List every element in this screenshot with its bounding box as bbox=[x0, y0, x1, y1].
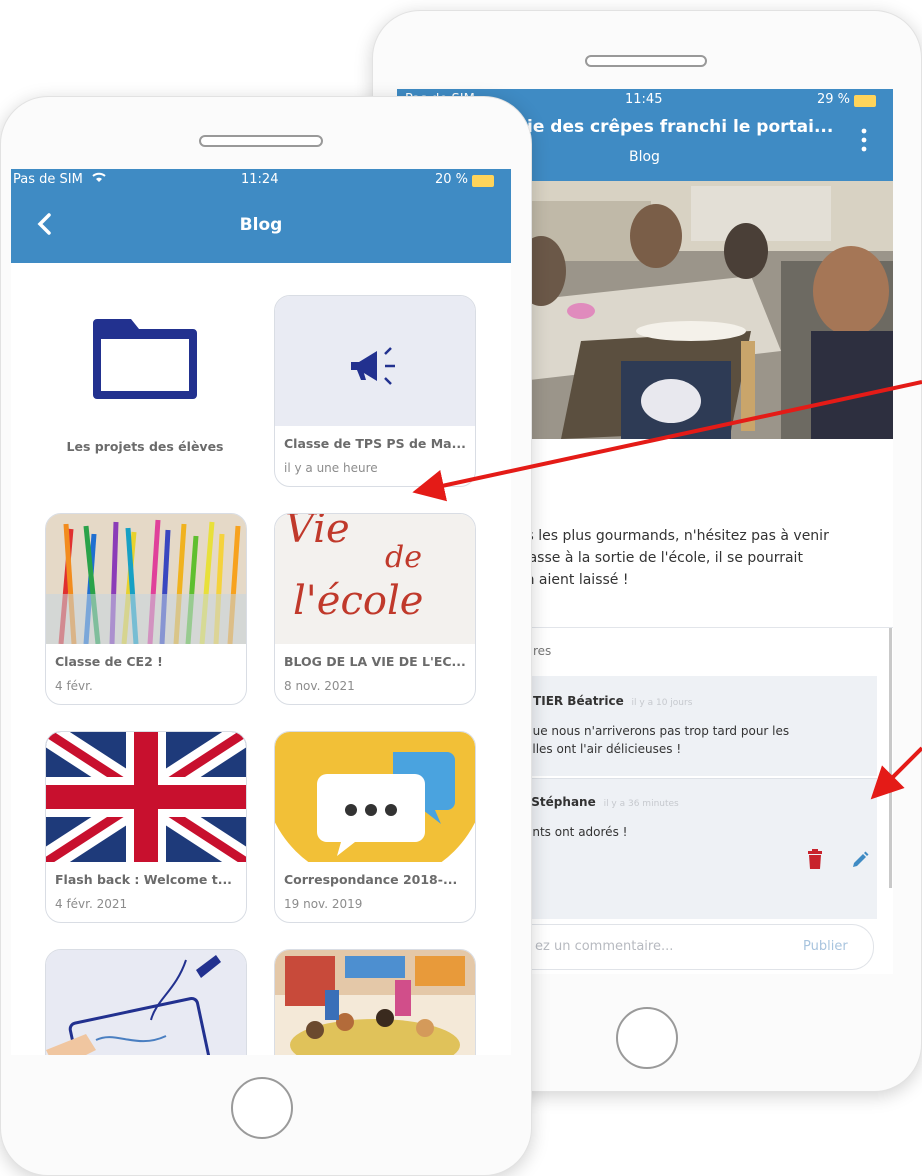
battery-icon bbox=[472, 175, 495, 187]
post-text-line3: en aient laissé ! bbox=[517, 572, 629, 588]
battery-icon bbox=[854, 95, 877, 107]
comment-input[interactable]: ez un commentaire... Publier bbox=[521, 924, 874, 970]
comment-item: NTIER Béatrice il y a 10 jours que nous … bbox=[521, 676, 877, 776]
comment-author: NTIER Béatrice bbox=[523, 694, 624, 708]
blog-card[interactable]: Classe de CE2 ! 4 févr. bbox=[45, 513, 247, 705]
back-app-bar: Blog bbox=[11, 191, 511, 263]
publish-button[interactable]: Publier bbox=[803, 939, 848, 954]
post-text-line1: ts les plus gourmands, n'hésitez pas à v… bbox=[521, 528, 829, 544]
comment-input-placeholder: ez un commentaire... bbox=[535, 939, 674, 954]
back-phone: Pas de SIM 11:24 20 % Blog Les projets d… bbox=[0, 96, 532, 1176]
front-phone-home-button[interactable] bbox=[616, 1007, 678, 1069]
back-status-bar: Pas de SIM 11:24 20 % bbox=[11, 169, 511, 191]
vie-thumb-line1: Vie bbox=[285, 513, 350, 552]
folder-label: Les projets des élèves bbox=[66, 439, 224, 454]
comments-scrollbar[interactable] bbox=[889, 628, 892, 888]
comment-time: il y a 10 jours bbox=[631, 698, 693, 708]
delete-icon[interactable] bbox=[807, 849, 823, 872]
blog-card[interactable] bbox=[45, 949, 247, 1055]
blog-card-title: BLOG DE LA VIE DE L'EC... bbox=[284, 654, 466, 669]
back-status-battery: 20 % bbox=[435, 172, 469, 187]
blog-card-title: Classe de TPS PS de Ma... bbox=[284, 436, 466, 451]
front-status-battery-group: 29 % bbox=[817, 92, 877, 107]
comment-line1: que nous n'arriverons pas trop tard pour… bbox=[525, 724, 790, 738]
blog-card-date: 4 févr. bbox=[55, 679, 93, 693]
comment-author: l Stéphane bbox=[523, 795, 596, 809]
blog-card-date: 19 nov. 2019 bbox=[284, 897, 363, 911]
blog-card[interactable]: Flash back : Welcome t... 4 févr. 2021 bbox=[45, 731, 247, 923]
drawing-thumb bbox=[46, 950, 246, 1055]
blog-card-title: Flash back : Welcome t... bbox=[55, 872, 232, 887]
comments-section: res NTIER Béatrice il y a 10 jours que n… bbox=[521, 627, 893, 928]
megaphone-icon bbox=[347, 346, 401, 390]
wifi-icon bbox=[91, 171, 107, 187]
blog-card[interactable]: Vie de l'école BLOG DE LA VIE DE L'EC...… bbox=[274, 513, 476, 705]
post-text-line2: classe à la sortie de l'école, il se pou… bbox=[517, 550, 803, 566]
back-phone-screen: Pas de SIM 11:24 20 % Blog Les projets d… bbox=[11, 169, 511, 1055]
front-status-battery: 29 % bbox=[817, 92, 851, 107]
post-title: ie des crêpes franchi le portai... bbox=[527, 117, 834, 137]
back-phone-speaker bbox=[199, 135, 323, 147]
blog-card[interactable]: Classe de TPS PS de Ma... il y a une heu… bbox=[274, 295, 476, 487]
blog-card-title: Correspondance 2018-... bbox=[284, 872, 458, 887]
back-status-time: 11:24 bbox=[241, 172, 279, 187]
blog-card[interactable]: Correspondance 2018-... 19 nov. 2019 bbox=[274, 731, 476, 923]
blog-card-date: 8 nov. 2021 bbox=[284, 679, 355, 693]
front-phone-speaker bbox=[585, 55, 707, 67]
folder-item[interactable]: Les projets des élèves bbox=[45, 293, 245, 483]
edit-icon[interactable] bbox=[851, 851, 869, 872]
comments-header: res bbox=[533, 644, 552, 658]
blog-card[interactable] bbox=[274, 949, 476, 1055]
blog-card-title: Classe de CE2 ! bbox=[55, 654, 163, 669]
blog-card-date: 4 févr. 2021 bbox=[55, 897, 128, 911]
post-text: ! ts les plus gourmands, n'hésitez pas à… bbox=[517, 481, 893, 591]
front-status-time: 11:45 bbox=[625, 92, 663, 107]
post-subtitle: Blog bbox=[629, 149, 660, 165]
comment-line2: elles ont l'air délicieuses ! bbox=[525, 742, 682, 756]
union-flag-thumb bbox=[46, 732, 246, 873]
blog-card-thumb bbox=[275, 296, 475, 426]
page-title: Blog bbox=[239, 215, 283, 235]
blog-card-date: il y a une heure bbox=[284, 461, 378, 475]
back-status-carrier: Pas de SIM bbox=[13, 172, 83, 187]
more-menu-icon[interactable] bbox=[861, 127, 867, 153]
chat-thumb bbox=[275, 732, 475, 884]
back-status-battery-group: 20 % bbox=[435, 172, 495, 187]
post-text-excl: ! bbox=[521, 481, 893, 503]
pencils-thumb bbox=[46, 514, 246, 645]
vie-thumb-line3: l'école bbox=[293, 578, 424, 624]
comment-input-bar: ez un commentaire... Publier bbox=[521, 924, 893, 974]
back-phone-home-button[interactable] bbox=[231, 1077, 293, 1139]
comment-line1: ants ont adorés ! bbox=[525, 825, 628, 839]
comment-time: il y a 36 minutes bbox=[603, 799, 679, 809]
vie-ecole-thumb: Vie de l'école bbox=[275, 514, 475, 644]
classroom-thumb bbox=[275, 950, 475, 1055]
comment-item: l Stéphane il y a 36 minutes ants ont ad… bbox=[521, 778, 877, 919]
vie-thumb-line2: de bbox=[385, 540, 422, 575]
post-photo bbox=[521, 181, 893, 439]
folder-icon bbox=[91, 315, 199, 405]
